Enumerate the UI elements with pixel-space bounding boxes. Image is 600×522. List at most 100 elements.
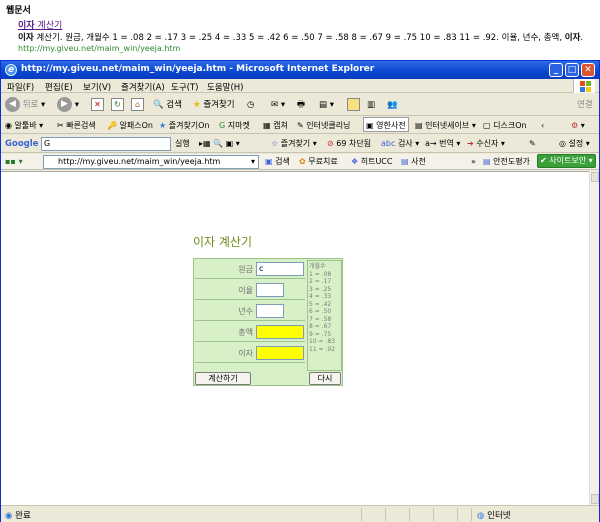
research-icon: ▥ bbox=[367, 100, 376, 110]
dictionary-button[interactable]: ▣ 영한사전 bbox=[363, 117, 409, 132]
internet-cleaning-button[interactable]: ✎ 인터넷클리닝 bbox=[297, 118, 350, 134]
menu-file[interactable]: 파일(F) bbox=[7, 81, 34, 93]
spellcheck-icon: abc bbox=[381, 139, 396, 148]
free-care-button[interactable]: ✿ 무료치료 bbox=[299, 154, 338, 170]
portal-logo: ▪▪ ▾ bbox=[5, 157, 23, 166]
site-security-button[interactable]: ✔ 사이트보안 ▾ bbox=[537, 154, 596, 168]
hit-ucc-button[interactable]: ❖ 히트UCC bbox=[351, 154, 392, 170]
month-rate-row: 5 = .42 bbox=[309, 300, 332, 308]
spell-check-button[interactable]: abc 검사 ▾ bbox=[381, 136, 419, 152]
favorites-button[interactable]: ★ 즐겨찾기 bbox=[193, 97, 235, 113]
home-icon: ⌂ bbox=[131, 98, 144, 111]
stop-button[interactable]: ✕ bbox=[91, 97, 104, 113]
month-rate-table: 개월수 1 = .08 2 = .17 3 = .25 4 = .33 5 = … bbox=[307, 260, 342, 371]
google-logo: Google bbox=[5, 139, 39, 149]
safety-rating-button[interactable]: ▤ 안전도평가 bbox=[483, 154, 530, 170]
rate-input[interactable] bbox=[256, 283, 284, 297]
windows-logo-icon bbox=[573, 79, 595, 93]
snippet-highlight-1: 이자 bbox=[18, 33, 34, 43]
altoolbar-button[interactable]: ◉ 알툴바 ▾ bbox=[5, 118, 43, 134]
scroll-down-icon[interactable] bbox=[591, 494, 599, 504]
back-arrow-icon: ◀ bbox=[5, 97, 20, 112]
stop-icon: ✕ bbox=[91, 98, 104, 111]
menu-favorites[interactable]: 즐겨찾기(A) bbox=[121, 81, 165, 93]
page-done-icon: ◉ bbox=[5, 511, 13, 521]
google-search-input[interactable]: G bbox=[41, 137, 171, 151]
years-input[interactable] bbox=[256, 304, 284, 318]
address-toolbar: ▪▪ ▾ http://my.giveu.net/maim_win/yeeja.… bbox=[1, 154, 599, 170]
home-button[interactable]: ⌂ bbox=[131, 97, 144, 113]
back-button[interactable]: ◀ 뒤로 ▾ bbox=[5, 97, 45, 113]
mail-button[interactable]: ✉ ▾ bbox=[271, 97, 285, 113]
disk-on-button[interactable]: ▢ 디스크On bbox=[483, 118, 527, 134]
favorites-on-icon: ★ bbox=[159, 121, 167, 130]
toolbar-settings-button[interactable]: ⚙ ▾ bbox=[571, 118, 585, 134]
minimize-button[interactable]: _ bbox=[549, 63, 563, 77]
total-output[interactable] bbox=[256, 325, 304, 339]
chevron-more-icon[interactable]: » bbox=[471, 154, 476, 170]
google-settings-button[interactable]: ◎ 설정 ▾ bbox=[559, 136, 590, 152]
favorites-on-button[interactable]: ★ 즐겨찾기On bbox=[159, 118, 210, 134]
google-run-button[interactable]: 실행 bbox=[175, 136, 190, 152]
refresh-button[interactable]: ↻ bbox=[111, 97, 124, 113]
interest-calculator: 원금 c 이율 년수 총액 이자 개월수 1 = .08 2 = .17 3 =… bbox=[193, 258, 343, 386]
messenger-button[interactable]: 👥 bbox=[387, 97, 398, 113]
result-url[interactable]: http://my.giveu.net/maim_win/yeeja.htm bbox=[18, 44, 180, 53]
search-button[interactable]: 🔍 검색 bbox=[153, 97, 182, 113]
key-icon: 🔑 bbox=[107, 121, 117, 130]
popup-blocked-button[interactable]: ⊘ 69 차단됨 bbox=[327, 136, 371, 152]
internet-save-button[interactable]: ▤ 인터넷세이브 ▾ bbox=[415, 118, 476, 134]
google-favorites-button[interactable]: ☆ 즐겨찾기 ▾ bbox=[271, 136, 317, 152]
menu-tools[interactable]: 도구(T) bbox=[171, 81, 198, 93]
portal-search-button[interactable]: ▣ 검색 bbox=[265, 154, 290, 170]
close-button[interactable]: ✕ bbox=[581, 63, 595, 77]
menu-edit[interactable]: 편집(E) bbox=[45, 81, 73, 93]
research-button[interactable]: ▥ bbox=[367, 97, 375, 113]
address-input[interactable]: http://my.giveu.net/maim_win/yeeja.htm bbox=[43, 155, 259, 169]
quick-search-button[interactable]: ✂ 빠른검색 bbox=[57, 118, 96, 134]
translate-button[interactable]: a→ 번역 ▾ bbox=[425, 136, 460, 152]
reset-button[interactable]: 다시 bbox=[309, 372, 341, 385]
print-icon: 🖶 bbox=[297, 100, 306, 110]
month-rate-row: 7 = .58 bbox=[309, 315, 332, 323]
years-label: 년수 bbox=[238, 307, 253, 316]
star-icon: ★ bbox=[193, 100, 201, 110]
history-button[interactable]: ◷ bbox=[247, 97, 254, 113]
title-bar[interactable]: e http://my.giveu.net/maim_win/yeeja.htm… bbox=[1, 61, 599, 79]
links-label[interactable]: 연결 bbox=[577, 97, 593, 113]
scroll-up-icon[interactable] bbox=[591, 172, 599, 182]
forward-button[interactable]: ▶ ▾ bbox=[57, 97, 79, 113]
print-button[interactable]: 🖶 bbox=[297, 97, 305, 113]
chevron-left-icon[interactable]: ‹ bbox=[541, 118, 544, 134]
capture-button[interactable]: ▦ 캡쳐 bbox=[263, 118, 288, 134]
address-dropdown-icon[interactable]: ▾ bbox=[251, 154, 255, 170]
google-settings-icon: ◎ bbox=[559, 139, 566, 148]
result-title-link[interactable]: 이자 계산기 bbox=[18, 18, 62, 31]
menu-view[interactable]: 보기(V) bbox=[83, 81, 111, 93]
menu-help[interactable]: 도움말(H) bbox=[207, 81, 243, 93]
gmarket-button[interactable]: G 지마켓 bbox=[219, 118, 250, 134]
result-snippet: 이자 계산기. 원금, 개월수 1 = .08 2 = .17 3 = .25 … bbox=[18, 31, 583, 43]
book-icon: ▤ bbox=[401, 157, 409, 166]
capture-icon: ▦ bbox=[263, 121, 271, 130]
google-tools-icon[interactable]: ▸▦ 🔍 ▣ ▾ bbox=[199, 136, 240, 152]
rate-row: 이율 bbox=[195, 280, 305, 300]
years-row: 년수 bbox=[195, 301, 305, 321]
interest-output[interactable] bbox=[256, 346, 304, 360]
calculate-button[interactable]: 계산하기 bbox=[195, 372, 251, 385]
vertical-scrollbar[interactable] bbox=[589, 171, 599, 505]
alpass-button[interactable]: 🔑 알패스On bbox=[107, 118, 153, 134]
principal-row: 원금 c bbox=[195, 259, 305, 279]
calculator-buttons: 계산하기 다시 bbox=[195, 372, 341, 386]
globe-icon: ◍ bbox=[477, 511, 485, 521]
snippet-end: . bbox=[580, 33, 584, 43]
maximize-button[interactable]: □ bbox=[565, 63, 579, 77]
pencil-icon[interactable]: ✎ bbox=[529, 136, 536, 152]
edit-button[interactable]: ▤ ▾ bbox=[319, 97, 334, 113]
principal-input[interactable]: c bbox=[256, 262, 304, 276]
dictionary-icon: ▣ bbox=[366, 121, 374, 130]
discuss-button[interactable] bbox=[347, 97, 360, 113]
popup-block-icon: ⊘ bbox=[327, 139, 334, 148]
dictionary-link[interactable]: ▤ 사전 bbox=[401, 154, 426, 170]
send-to-button[interactable]: ➔ 수신자 ▾ bbox=[467, 136, 505, 152]
